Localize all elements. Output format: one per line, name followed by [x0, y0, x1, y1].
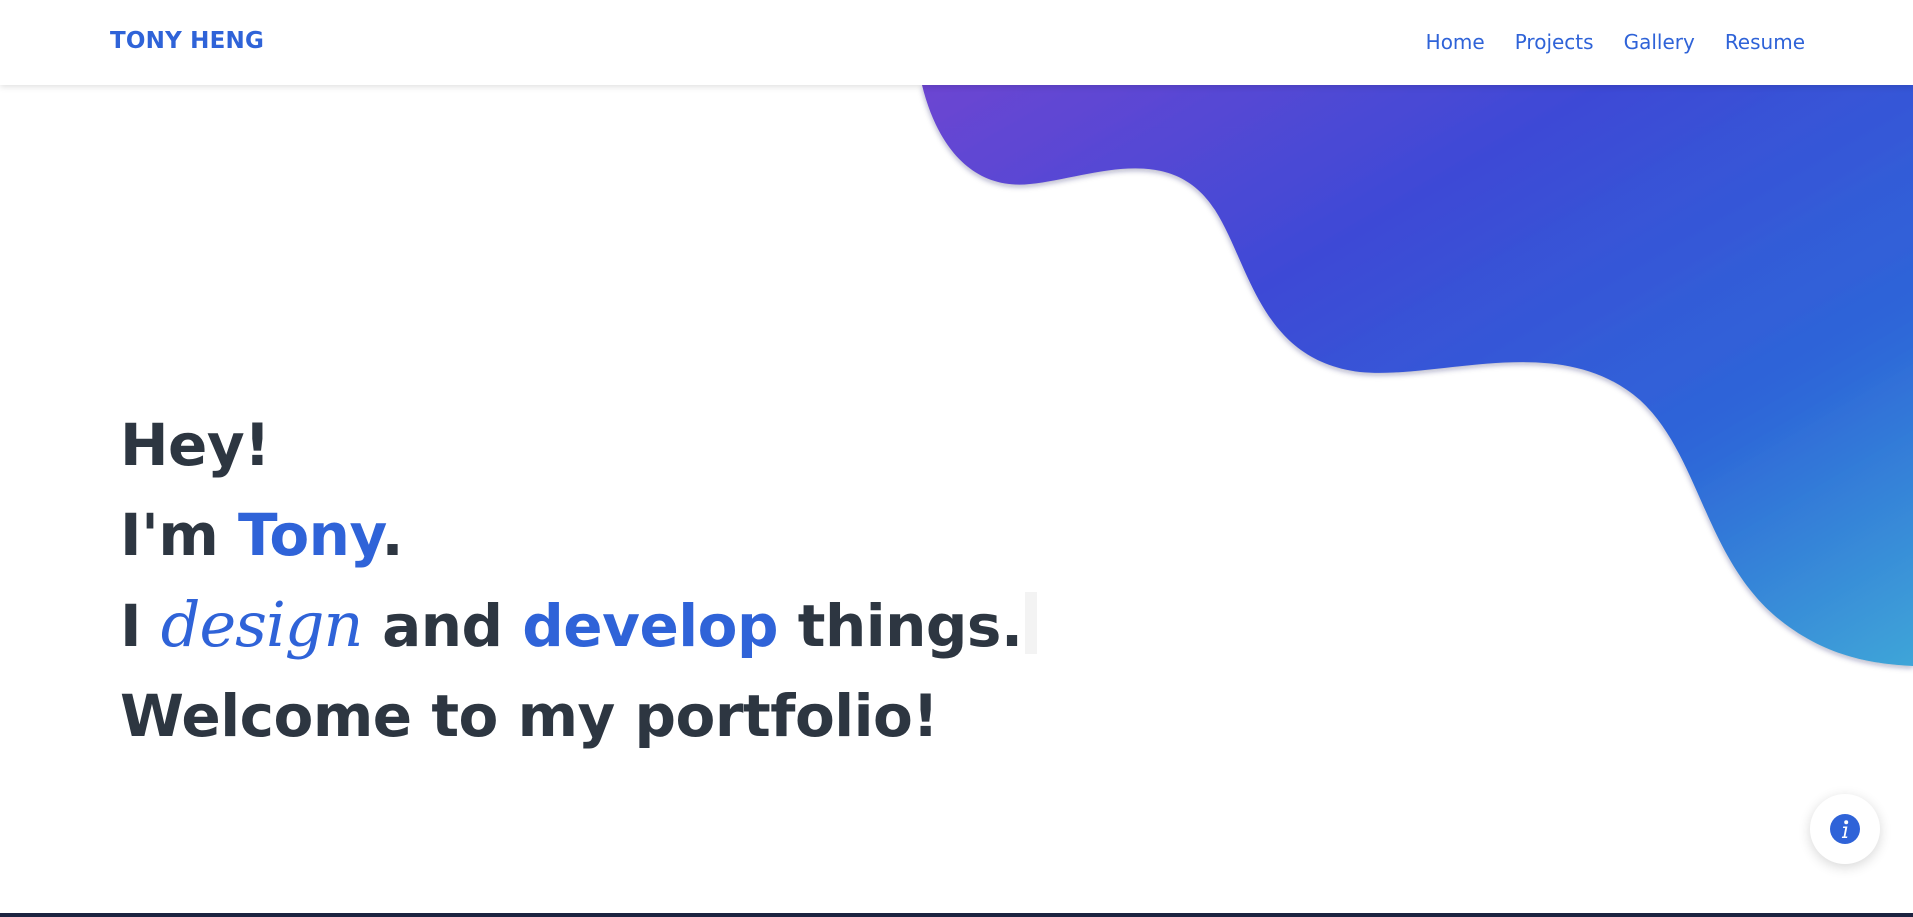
- bottom-edge-bar: [0, 913, 1913, 917]
- hero-tagline-middle: and: [362, 592, 523, 660]
- info-button[interactable]: [1810, 794, 1880, 864]
- hero-text: Hey! I'm Tony. I design and develop thin…: [120, 400, 1037, 761]
- hero-welcome: Welcome to my portfolio!: [120, 682, 939, 750]
- nav-link-home[interactable]: Home: [1426, 30, 1485, 54]
- info-icon: [1830, 814, 1860, 844]
- hero-tagline-prefix: I: [120, 592, 161, 660]
- nav-link-resume[interactable]: Resume: [1725, 30, 1805, 54]
- brand-logo[interactable]: TONY HENG: [110, 28, 264, 54]
- navbar: TONY HENG Home Projects Gallery Resume: [0, 0, 1913, 85]
- hero-tagline-suffix: things.: [778, 592, 1023, 660]
- hero-tagline: I design and develop things.: [120, 580, 1037, 671]
- nav-links: Home Projects Gallery Resume: [1426, 30, 1805, 54]
- hero-name: Tony: [237, 501, 382, 569]
- hero-intro: I'm Tony.: [120, 490, 1037, 580]
- hero-intro-prefix: I'm: [120, 501, 238, 569]
- page: TONY HENG Home Projects Gallery Resume H…: [0, 0, 1913, 917]
- hero-develop-word: develop: [522, 592, 779, 660]
- hero-greeting: Hey!: [120, 411, 271, 479]
- nav-link-projects[interactable]: Projects: [1515, 30, 1594, 54]
- typing-cursor: [1024, 592, 1037, 654]
- hero-intro-suffix: .: [381, 501, 403, 569]
- nav-link-gallery[interactable]: Gallery: [1624, 30, 1695, 54]
- hero-design-word: design: [160, 588, 364, 661]
